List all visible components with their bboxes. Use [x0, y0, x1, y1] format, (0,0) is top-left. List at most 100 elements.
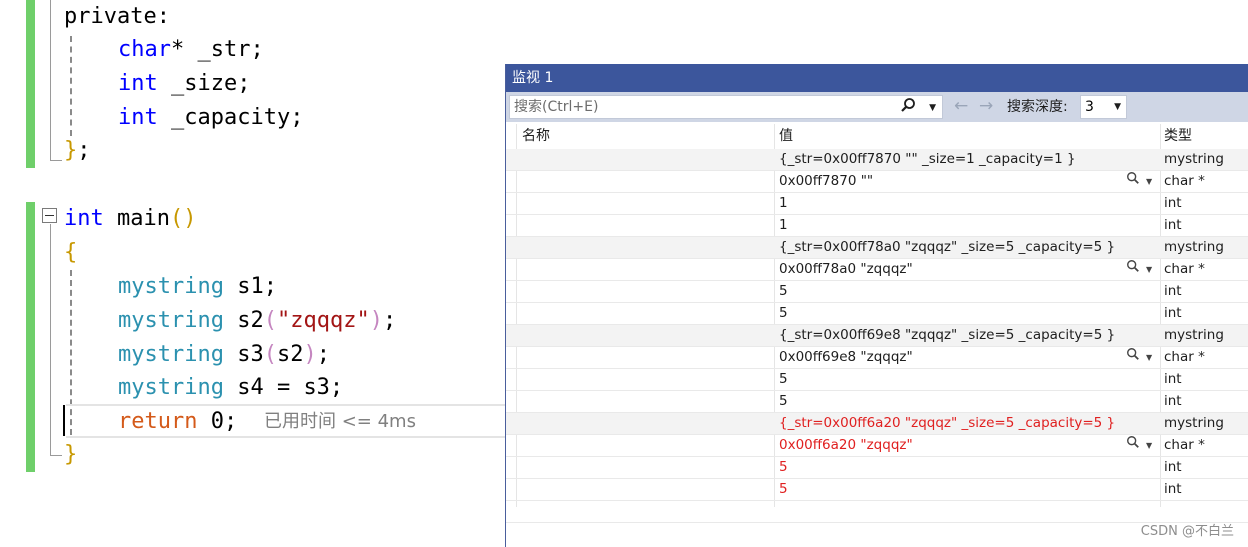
text-visualizer-icon[interactable]	[1126, 259, 1140, 280]
fold-guide	[50, 0, 51, 160]
watch-value-cell[interactable]: {_str=0x00ff6a20 "zqqqz" _size=5 _capaci…	[779, 413, 1159, 434]
watch-row-member[interactable]: _capacity5int	[506, 391, 1248, 413]
watch-value-cell[interactable]: 0x00ff78a0 "zqqqz"	[779, 259, 1159, 280]
watch-value-cell[interactable]: 0x00ff69e8 "zqqqz"	[779, 347, 1159, 368]
text-visualizer-icon[interactable]	[1126, 435, 1140, 456]
watch-row-member[interactable]: ▷_str0x00ff7870 ""▼char *	[506, 171, 1248, 193]
code-token: mystring	[118, 274, 224, 299]
watch-value-cell[interactable]: 5	[779, 369, 1159, 390]
watch-title: 监视 1	[506, 64, 1248, 92]
watch-value-cell[interactable]: 5	[779, 303, 1159, 324]
code-token: s4 = s3;	[223, 375, 344, 400]
code-token: return	[118, 409, 198, 434]
code-token: )	[303, 342, 317, 367]
watch-type-cell: int	[1164, 283, 1182, 299]
watch-row-member[interactable]: _capacity5int	[506, 303, 1248, 325]
search-forward-icon[interactable]: →	[979, 94, 993, 118]
code-line[interactable]: mystring s4 = s3;	[118, 371, 343, 405]
collapse-main-button[interactable]	[42, 208, 57, 223]
code-line[interactable]: int _capacity;	[118, 101, 303, 135]
code-line[interactable]: return 0;	[118, 405, 237, 439]
code-line[interactable]: mystring s1;	[118, 270, 277, 304]
code-line[interactable]: char* _str;	[118, 33, 264, 67]
indent-guide	[70, 36, 72, 136]
watch-column-header: 名称 值 类型	[506, 124, 1248, 150]
watch-value-cell[interactable]: 5	[779, 281, 1159, 302]
watch-value-cell[interactable]: {_str=0x00ff78a0 "zqqqz" _size=5 _capaci…	[779, 237, 1159, 258]
watch-row-variable[interactable]: ◢s4{_str=0x00ff6a20 "zqqqz" _size=5 _cap…	[506, 413, 1248, 435]
code-token: main	[103, 206, 170, 231]
code-line[interactable]: mystring s2("zqqqz");	[118, 304, 396, 338]
watch-row-member[interactable]: ▷_str0x00ff6a20 "zqqqz"▼char *	[506, 435, 1248, 457]
watch-window[interactable]: 监视 1 搜索(Ctrl+E) ▼ ← → 搜索深度: 3 ▼ 名称 值 类型 …	[505, 64, 1248, 547]
code-line[interactable]: int main()	[64, 202, 196, 236]
change-bar-bottom	[26, 202, 35, 472]
visualizer-dropdown-icon[interactable]: ▼	[1146, 171, 1152, 192]
watch-value-cell[interactable]: 0x00ff6a20 "zqqqz"	[779, 435, 1159, 456]
code-line[interactable]: mystring s3(s2);	[118, 338, 330, 372]
watch-type-cell: mystring	[1164, 151, 1224, 167]
fold-guide-end	[50, 160, 62, 161]
watch-value-cell[interactable]: {_str=0x00ff69e8 "zqqqz" _size=5 _capaci…	[779, 325, 1159, 346]
code-line[interactable]: {	[64, 236, 77, 270]
watch-value-cell[interactable]: 0x00ff7870 ""	[779, 171, 1159, 192]
column-header-name[interactable]: 名称	[522, 124, 550, 149]
code-token: mystring	[118, 375, 224, 400]
search-options-dropdown-icon[interactable]: ▼	[929, 98, 936, 118]
code-token: "zqqqz"	[276, 308, 370, 333]
watch-row-member[interactable]: _size5int	[506, 457, 1248, 479]
search-depth-select[interactable]: 3 ▼	[1080, 95, 1127, 119]
watch-add-item-row[interactable]	[506, 501, 1248, 523]
watch-row-member[interactable]: ▷_str0x00ff78a0 "zqqqz"▼char *	[506, 259, 1248, 281]
watch-type-cell: int	[1164, 393, 1182, 409]
watch-toolbar: 搜索(Ctrl+E) ▼ ← → 搜索深度: 3 ▼	[506, 92, 1248, 122]
code-token: {	[64, 240, 78, 265]
search-back-icon[interactable]: ←	[954, 94, 968, 118]
visualizer-dropdown-icon[interactable]: ▼	[1146, 435, 1152, 456]
watch-type-cell: int	[1164, 195, 1182, 211]
code-token: _capacity;	[157, 105, 304, 130]
watch-value-cell[interactable]: 1	[779, 193, 1159, 214]
code-token: int	[118, 105, 158, 130]
watch-row-member[interactable]: _size1int	[506, 193, 1248, 215]
watch-row-member[interactable]: _size5int	[506, 369, 1248, 391]
watch-value-cell[interactable]: {_str=0x00ff7870 "" _size=1 _capacity=1 …	[779, 149, 1159, 170]
code-line[interactable]: private:	[64, 0, 170, 34]
text-caret	[63, 405, 65, 436]
watch-row-member[interactable]: _size5int	[506, 281, 1248, 303]
code-line[interactable]: }	[64, 438, 77, 472]
fold-guide	[50, 224, 51, 456]
code-token: mystring	[118, 308, 224, 333]
code-token: 0;	[197, 409, 238, 434]
code-token: char	[118, 37, 171, 62]
code-token: ;	[316, 342, 330, 367]
text-visualizer-icon[interactable]	[1126, 171, 1140, 192]
column-header-value[interactable]: 值	[779, 124, 793, 149]
code-line[interactable]: };	[64, 134, 91, 168]
watch-row-member[interactable]: _capacity5int	[506, 479, 1248, 501]
code-token: (	[263, 308, 277, 333]
watch-row-variable[interactable]: ◢s2{_str=0x00ff78a0 "zqqqz" _size=5 _cap…	[506, 237, 1248, 259]
code-token: (	[263, 342, 277, 367]
watch-type-cell: mystring	[1164, 239, 1224, 255]
code-token: ()	[169, 206, 197, 231]
watch-value-cell[interactable]: 5	[779, 391, 1159, 412]
watch-value-cell[interactable]: 5	[779, 479, 1159, 500]
search-icon[interactable]	[900, 97, 916, 117]
column-header-type[interactable]: 类型	[1164, 124, 1192, 149]
watch-value-cell[interactable]: 5	[779, 457, 1159, 478]
watermark-credit: CSDN @不白兰	[1140, 524, 1234, 539]
watch-value-cell[interactable]: 1	[779, 215, 1159, 236]
watch-row-variable[interactable]: ◢s3{_str=0x00ff69e8 "zqqqz" _size=5 _cap…	[506, 325, 1248, 347]
search-depth-value: 3	[1085, 99, 1094, 115]
code-line[interactable]: int _size;	[118, 67, 250, 101]
visualizer-dropdown-icon[interactable]: ▼	[1146, 259, 1152, 280]
visualizer-dropdown-icon[interactable]: ▼	[1146, 347, 1152, 368]
watch-row-member[interactable]: _capacity1int	[506, 215, 1248, 237]
code-token: int	[118, 71, 158, 96]
text-visualizer-icon[interactable]	[1126, 347, 1140, 368]
watch-type-cell: char *	[1164, 261, 1205, 277]
watch-search-input[interactable]: 搜索(Ctrl+E) ▼	[509, 95, 943, 119]
watch-row-member[interactable]: ▷_str0x00ff69e8 "zqqqz"▼char *	[506, 347, 1248, 369]
watch-row-variable[interactable]: ◢s1{_str=0x00ff7870 "" _size=1 _capacity…	[506, 149, 1248, 171]
